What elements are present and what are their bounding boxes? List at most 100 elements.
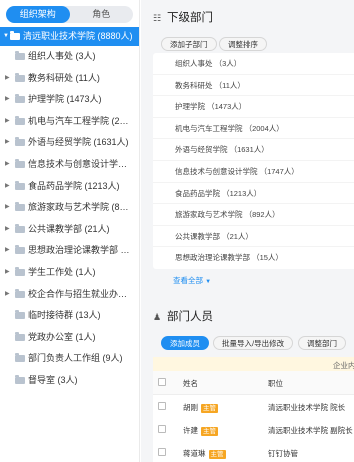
manager-tag: 主管 xyxy=(201,427,218,436)
tree-node[interactable]: 党政办公室 (1人) xyxy=(0,327,139,349)
tree-node[interactable]: ▶ 思想政治理论课教学部 … xyxy=(0,240,139,262)
subdept-row[interactable]: 思想政治理论课教学部 （15人） xyxy=(153,247,354,269)
expanded-caret-icon[interactable]: ▼ xyxy=(3,27,9,46)
adjust-sort-button[interactable]: 调整排序 xyxy=(219,37,267,51)
subdept-row[interactable]: 组织人事处 （3人） xyxy=(153,53,354,75)
tree-node[interactable]: ▶ 食品药品学院 (1213人) xyxy=(0,176,139,198)
table-row[interactable]: 许建 主管 清远职业技术学院 副院长 xyxy=(153,418,354,442)
tree-node-label: 督导室 (3人) xyxy=(28,374,78,385)
subdept-row[interactable]: 公共课教学部 （21人） xyxy=(153,226,354,248)
tab-roles[interactable]: 角色 xyxy=(70,6,134,23)
collapsed-caret-icon[interactable]: ▶ xyxy=(5,111,10,133)
folder-icon xyxy=(15,331,25,341)
folder-icon xyxy=(15,245,25,255)
tree-node[interactable]: 督导室 (3人) xyxy=(0,370,139,392)
folder-icon xyxy=(15,310,25,320)
tree-node[interactable]: ▶ 外语与经贸学院 (1631人) xyxy=(0,132,139,154)
tree-node-label: 党政办公室 (1人) xyxy=(28,331,96,342)
collapsed-caret-icon[interactable]: ▶ xyxy=(5,154,10,176)
table-row[interactable]: 蒋道琳 主管 钉钉协管 xyxy=(153,441,354,462)
member-name-text: 许建 xyxy=(183,426,198,435)
members-title: 部门人员 xyxy=(167,311,213,323)
org-chart-icon: ☷ xyxy=(153,13,162,23)
add-subdept-button[interactable]: 添加子部门 xyxy=(161,37,217,51)
folder-icon xyxy=(15,353,25,363)
folder-icon xyxy=(15,158,25,168)
tree-node[interactable]: ▶ 旅游家政与艺术学院 (8… xyxy=(0,197,139,219)
folder-icon xyxy=(15,115,25,125)
subdept-header: ☷ 下级部门 xyxy=(153,9,213,25)
org-sidebar: 组织架构 角色 ▼ 清远职业技术学院 (8880人) 组织人事处 (3人) ▶ 教… xyxy=(0,0,140,462)
tree-node[interactable]: 部门负责人工作组 (9人) xyxy=(0,348,139,370)
member-name: 蒋道琳 主管 xyxy=(183,448,226,459)
view-all-link[interactable]: 查看全部 ▼ xyxy=(173,275,211,286)
adjust-dept-button[interactable]: 调整部门 xyxy=(298,336,346,350)
tree-node-label: 旅游家政与艺术学院 (8… xyxy=(28,202,129,213)
table-row[interactable]: 胡刚 主管 清远职业技术学院 院长 xyxy=(153,395,354,419)
chevron-down-icon: ▼ xyxy=(205,279,212,285)
folder-icon xyxy=(10,31,20,40)
users-icon: ♟ xyxy=(153,312,162,322)
view-all-label: 查看全部 xyxy=(173,276,203,285)
dept-detail-panel: ☷ 下级部门 添加子部门 调整排序 组织人事处 （3人） 教务科研处 （11人） … xyxy=(141,0,354,462)
subdept-row[interactable]: 外语与经贸学院 （1631人） xyxy=(153,139,354,161)
folder-icon xyxy=(15,266,25,276)
tree-root-label: 清远职业技术学院 (8880人) xyxy=(23,31,133,41)
row-checkbox[interactable] xyxy=(158,448,166,456)
collapsed-caret-icon[interactable]: ▶ xyxy=(5,176,10,198)
tree-node[interactable]: ▶ 机电与汽车工程学院 (2… xyxy=(0,111,139,133)
tree-node-label: 临时接待群 (13人) xyxy=(28,310,101,321)
subdept-row[interactable]: 食品药品学院 （1213人） xyxy=(153,183,354,205)
manager-tag: 主管 xyxy=(201,404,218,413)
collapsed-caret-icon[interactable]: ▶ xyxy=(5,132,10,154)
select-all-checkbox[interactable] xyxy=(158,378,166,386)
subdept-row[interactable]: 机电与汽车工程学院 （2004人） xyxy=(153,118,354,140)
collapsed-caret-icon[interactable]: ▶ xyxy=(5,240,10,262)
tree-node[interactable]: 临时接待群 (13人) xyxy=(0,305,139,327)
member-position: 清远职业技术学院 院长 xyxy=(268,403,346,412)
row-checkbox[interactable] xyxy=(158,402,166,410)
folder-icon xyxy=(15,51,25,60)
tree-node-label: 外语与经贸学院 (1631人) xyxy=(28,137,129,148)
row-checkbox[interactable] xyxy=(158,425,166,433)
folder-icon xyxy=(15,137,25,147)
subdept-title: 下级部门 xyxy=(167,12,213,24)
subdept-row[interactable]: 教务科研处 （11人） xyxy=(153,75,354,97)
tree-node-label: 护理学院 (1473人) xyxy=(28,94,102,105)
tree-node[interactable]: 组织人事处 (3人) xyxy=(0,46,139,68)
tab-org-structure[interactable]: 组织架构 xyxy=(6,6,70,23)
member-table-header: 姓名 职位 xyxy=(153,371,354,395)
manager-tag: 主管 xyxy=(208,450,226,459)
tree-node[interactable]: ▶ 信息技术与创意设计学… xyxy=(0,154,139,176)
tree-node[interactable]: ▶ 公共课教学部 (21人) xyxy=(0,219,139,241)
folder-icon xyxy=(15,223,25,233)
collapsed-caret-icon[interactable]: ▶ xyxy=(5,68,10,90)
members-header: ♟ 部门人员 xyxy=(153,308,213,324)
tree-node-label: 思想政治理论课教学部 … xyxy=(28,245,130,256)
tree-node[interactable]: ▶ 校企合作与招生就业办… xyxy=(0,284,139,306)
folder-icon xyxy=(15,374,25,384)
collapsed-caret-icon[interactable]: ▶ xyxy=(5,89,10,111)
tree-node[interactable]: ▶ 教务科研处 (11人) xyxy=(0,68,139,90)
folder-icon xyxy=(15,180,25,190)
add-member-button[interactable]: 添加成员 xyxy=(161,336,209,350)
tree-node[interactable]: ▶ 学生工作处 (1人) xyxy=(0,262,139,284)
subdept-row[interactable]: 旅游家政与艺术学院 （892人） xyxy=(153,204,354,226)
org-tree: ▼ 清远职业技术学院 (8880人) 组织人事处 (3人) ▶ 教务科研处 (11… xyxy=(0,27,139,392)
col-name-header: 姓名 xyxy=(183,379,198,388)
member-name: 胡刚 主管 xyxy=(183,402,218,413)
subdept-row[interactable]: 信息技术与创意设计学院 （1747人） xyxy=(153,161,354,183)
member-name-text: 胡刚 xyxy=(183,403,198,412)
tree-node-label: 机电与汽车工程学院 (2… xyxy=(28,115,129,126)
tree-node[interactable]: ▶ 护理学院 (1473人) xyxy=(0,89,139,111)
subdept-row[interactable]: 护理学院 （1473人） xyxy=(153,96,354,118)
tree-node-label: 教务科研处 (11人) xyxy=(28,72,100,83)
collapsed-caret-icon[interactable]: ▶ xyxy=(5,219,10,241)
collapsed-caret-icon[interactable]: ▶ xyxy=(5,284,10,306)
tree-root-node[interactable]: ▼ 清远职业技术学院 (8880人) xyxy=(0,27,139,46)
collapsed-caret-icon[interactable]: ▶ xyxy=(5,197,10,219)
batch-import-export-button[interactable]: 批量导入/导出修改 xyxy=(213,336,294,350)
member-position: 清远职业技术学院 副院长 xyxy=(268,426,353,435)
collapsed-caret-icon[interactable]: ▶ xyxy=(5,262,10,284)
tree-node-label: 学生工作处 (1人) xyxy=(28,266,96,277)
